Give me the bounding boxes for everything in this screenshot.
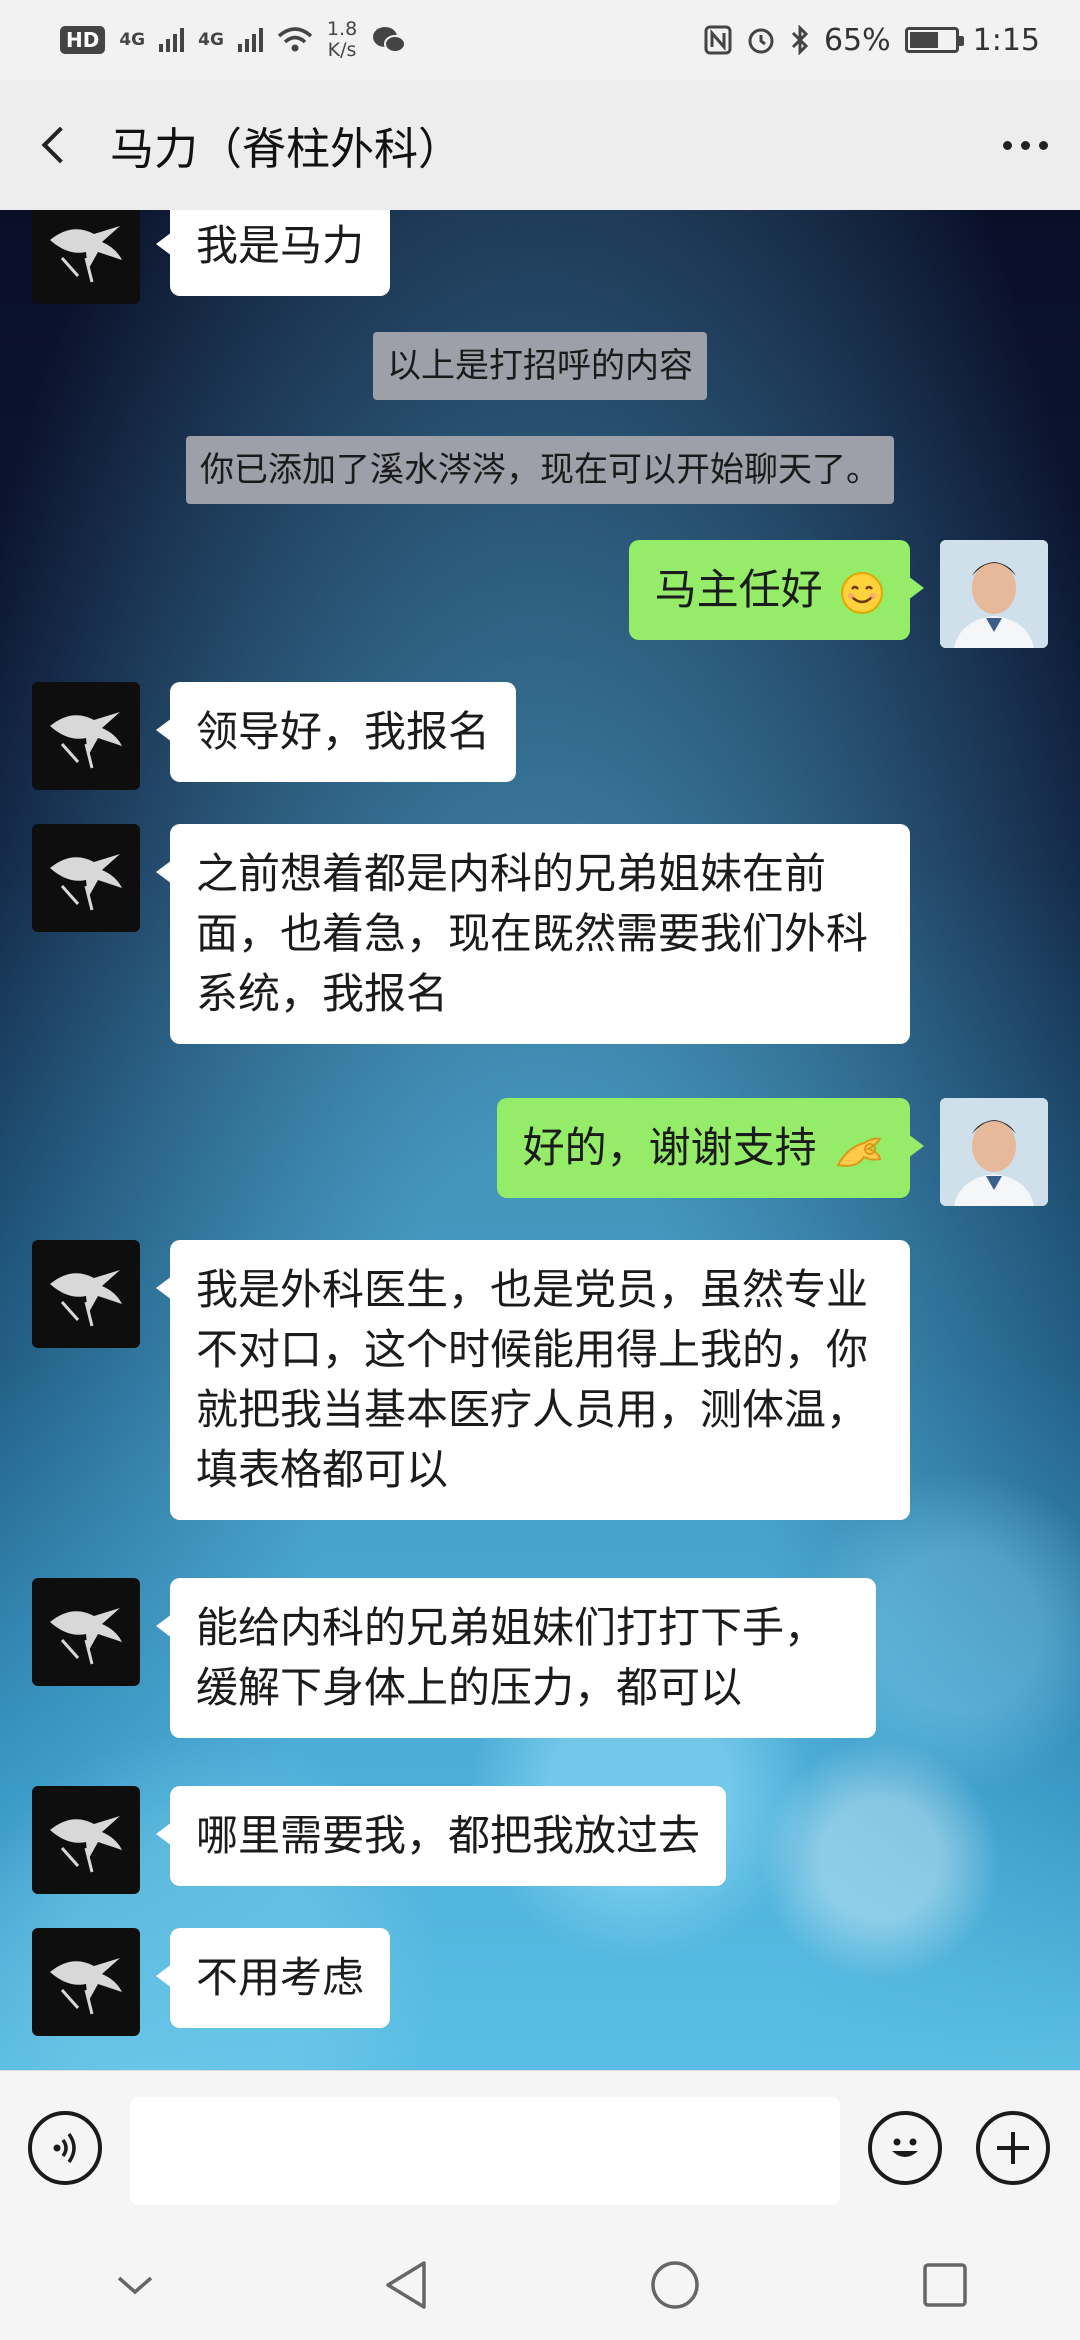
status-bar: HD 4G 4G 1.8 K/s 65% 1:15 [0, 0, 1080, 80]
message-text: 马主任好 [654, 565, 823, 614]
chat-title: 马力（脊柱外科） [110, 124, 462, 175]
bird-logo-icon [50, 1816, 122, 1873]
bluetooth-icon [791, 25, 809, 55]
contact-avatar[interactable] [32, 1240, 140, 1348]
speed-unit: K/s [327, 39, 357, 61]
nfc-icon [704, 25, 732, 55]
message-text: 好的，谢谢支持 [522, 1123, 817, 1172]
message-bubble-incoming[interactable]: 哪里需要我，都把我放过去 [155, 1786, 727, 1886]
plus-icon [997, 2132, 1029, 2164]
ok-hand-emoji [836, 1137, 882, 1167]
chat-area[interactable]: 我是马力 以上是打招呼的内容 你已添加了溪水涔涔，现在可以开始聊天了。 马主任好 [0, 210, 1080, 2070]
system-notice: 以上是打招呼的内容 [373, 332, 707, 400]
emoji-icon [892, 2138, 918, 2157]
contact-avatar[interactable] [32, 1578, 140, 1686]
chat-header: 马力（脊柱外科） [0, 80, 1080, 210]
system-nav-bar [0, 2230, 1080, 2340]
signal-icon [159, 28, 185, 52]
battery-percent: 65% [823, 22, 891, 58]
clock: 1:15 [972, 22, 1040, 58]
battery-fill [909, 32, 939, 48]
emoji-button[interactable] [868, 2111, 942, 2185]
back-triangle-icon [386, 2261, 426, 2309]
doctor-photo-icon [940, 1098, 1048, 1206]
system-notice: 你已添加了溪水涔涔，现在可以开始聊天了。 [186, 436, 894, 504]
wifi-icon [277, 27, 313, 52]
signal-icon [237, 28, 263, 52]
battery-icon [904, 27, 964, 53]
contact-avatar[interactable] [32, 682, 140, 790]
voice-button[interactable] [28, 2111, 102, 2185]
message-bubble-outgoing[interactable]: 好的，谢谢支持 [496, 1098, 925, 1198]
nav-home-button[interactable] [630, 2240, 720, 2330]
network-type-1: 4G [119, 29, 146, 50]
bird-logo-icon [50, 226, 122, 283]
network-type-2: 4G [198, 29, 224, 50]
message-bubble-incoming[interactable]: 能给内科的兄弟姐妹们打打下手，缓解下身体上的压力，都可以 [156, 1578, 876, 1738]
nav-recents-button[interactable] [900, 2240, 990, 2330]
status-left: HD 4G 4G 1.8 K/s [60, 19, 407, 61]
contact-avatar[interactable] [32, 1928, 140, 2036]
message-bubble-incoming[interactable]: 之前想着都是内科的兄弟姐妹在前面，也着急，现在既然需要我们外科系统，我报名 [156, 824, 910, 1044]
speed-value: 1.8 [326, 18, 358, 40]
bird-logo-icon [50, 712, 122, 769]
collapse-icon [117, 2276, 153, 2295]
recents-square-icon [923, 2263, 967, 2307]
contact-avatar[interactable] [32, 210, 140, 304]
message-bubble-incoming[interactable]: 不用考虑 [155, 1928, 391, 2028]
message-bubble-incoming[interactable]: 领导好，我报名 [155, 682, 517, 782]
my-avatar[interactable] [940, 1098, 1048, 1206]
bird-logo-icon [50, 854, 122, 911]
status-right: 65% 1:15 [704, 23, 1040, 58]
network-speed: 1.8 K/s [327, 19, 357, 61]
contact-avatar[interactable] [32, 1786, 140, 1894]
voice-icon [53, 2132, 76, 2164]
input-bar [0, 2070, 1080, 2230]
home-circle-icon [651, 2261, 699, 2309]
hd-badge: HD [60, 26, 106, 54]
bird-logo-icon [50, 1958, 122, 2015]
message-bubble-incoming[interactable]: 我是外科医生，也是党员，虽然专业不对口，这个时候能用得上我的，你就把我当基本医疗… [156, 1240, 910, 1520]
bird-logo-icon [50, 1608, 122, 1665]
alarm-icon [748, 28, 774, 54]
back-button[interactable] [0, 80, 110, 210]
bird-logo-icon [50, 1270, 122, 1327]
wechat-icon [373, 27, 407, 53]
message-input[interactable] [130, 2097, 840, 2205]
my-avatar[interactable] [940, 540, 1048, 648]
message-bubble-outgoing[interactable]: 马主任好 [628, 540, 925, 640]
smile-emoji [841, 571, 883, 614]
contact-avatar[interactable] [32, 824, 140, 932]
doctor-photo-icon [940, 540, 1048, 648]
more-dots-icon[interactable] [970, 80, 1080, 210]
nav-back-button[interactable] [360, 2240, 450, 2330]
message-bubble-incoming[interactable]: 我是马力 [155, 210, 391, 296]
collapse-button[interactable] [90, 2240, 180, 2330]
plus-button[interactable] [976, 2111, 1050, 2185]
chevron-left-icon [41, 126, 79, 164]
